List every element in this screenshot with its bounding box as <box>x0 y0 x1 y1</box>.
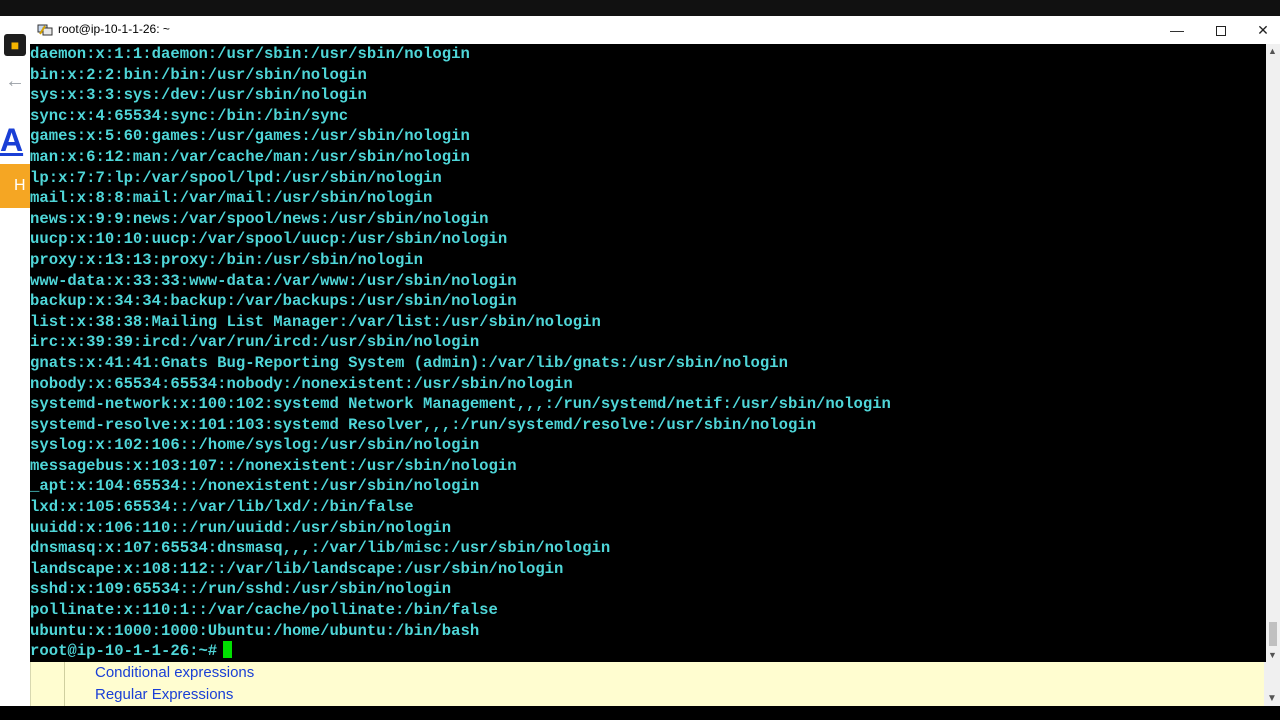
terminal-line: man:x:6:12:man:/var/cache/man:/usr/sbin/… <box>30 147 470 166</box>
terminal-line: list:x:38:38:Mailing List Manager:/var/l… <box>30 312 601 331</box>
terminal-line: lxd:x:105:65534::/var/lib/lxd/:/bin/fals… <box>30 498 414 517</box>
background-top-strip <box>0 0 1280 16</box>
link-conditional-expressions[interactable]: Conditional expressions <box>95 664 254 681</box>
terminal-titlebar[interactable]: root@ip-10-1-1-26: ~ — ✕ <box>30 16 1280 44</box>
site-logo[interactable]: A <box>0 120 30 160</box>
putty-terminal-icon <box>37 24 53 36</box>
terminal-line: news:x:9:9:news:/var/spool/news:/usr/sbi… <box>30 209 489 228</box>
back-arrow-icon[interactable]: ← <box>2 68 28 94</box>
close-button[interactable]: ✕ <box>1240 16 1280 44</box>
text-cursor <box>223 641 233 659</box>
terminal-line: nobody:x:65534:65534:nobody:/nonexistent… <box>30 374 573 393</box>
orange-nav-tab[interactable]: H <box>0 164 30 208</box>
terminal-line: backup:x:34:34:backup:/var/backups:/usr/… <box>30 292 517 311</box>
terminal-line: systemd-resolve:x:101:103:systemd Resolv… <box>30 415 817 434</box>
terminal-line: irc:x:39:39:ircd:/var/run/ircd:/usr/sbin… <box>30 333 480 352</box>
terminal-line: messagebus:x:103:107::/nonexistent:/usr/… <box>30 456 517 475</box>
terminal-line: uuidd:x:106:110::/run/uuidd:/usr/sbin/no… <box>30 518 452 537</box>
terminal-line: landscape:x:108:112::/var/lib/landscape:… <box>30 559 564 578</box>
terminal-line: syslog:x:102:106::/home/syslog:/usr/sbin… <box>30 436 480 455</box>
terminal-line: daemon:x:1:1:daemon:/usr/sbin:/usr/sbin/… <box>30 45 470 63</box>
app-box-icon[interactable]: ■ <box>4 34 26 56</box>
terminal-line: gnats:x:41:41:Gnats Bug-Reporting System… <box>30 353 788 372</box>
maximize-icon <box>1216 26 1226 37</box>
maximize-button[interactable] <box>1198 16 1244 44</box>
terminal-line: www-data:x:33:33:www-data:/var/www:/usr/… <box>30 271 517 290</box>
terminal-line: sshd:x:109:65534::/run/sshd:/usr/sbin/no… <box>30 580 452 599</box>
terminal-line: sys:x:3:3:sys:/dev:/usr/sbin/nologin <box>30 86 367 105</box>
terminal-line: lp:x:7:7:lp:/var/spool/lpd:/usr/sbin/nol… <box>30 168 442 187</box>
minimize-button[interactable]: — <box>1154 16 1200 44</box>
terminal-window[interactable]: root@ip-10-1-1-26: ~ — ✕ daemon:x:1:1:da… <box>30 16 1280 662</box>
terminal-line: bin:x:2:2:bin:/bin:/usr/sbin/nologin <box>30 65 367 84</box>
background-scrollbar[interactable]: ▼ <box>1264 662 1280 706</box>
terminal-output[interactable]: daemon:x:1:1:daemon:/usr/sbin:/usr/sbin/… <box>30 44 1266 662</box>
terminal-line: dnsmasq:x:107:65534:dnsmasq,,,:/var/lib/… <box>30 539 611 558</box>
terminal-line: pollinate:x:110:1::/var/cache/pollinate:… <box>30 601 498 620</box>
terminal-line: mail:x:8:8:mail:/var/mail:/usr/sbin/nolo… <box>30 189 433 208</box>
scroll-up-arrow-icon[interactable]: ▲ <box>1268 46 1277 56</box>
terminal-title: root@ip-10-1-1-26: ~ <box>58 22 170 36</box>
scroll-down-arrow-icon[interactable]: ▼ <box>1267 693 1277 704</box>
background-page-left-edge: ■ ← A <box>0 16 30 706</box>
terminal-line: proxy:x:13:13:proxy:/bin:/usr/sbin/nolog… <box>30 250 424 269</box>
background-bottom-strip <box>0 706 1280 720</box>
terminal-lines: daemon:x:1:1:daemon:/usr/sbin:/usr/sbin/… <box>30 44 891 662</box>
terminal-line: _apt:x:104:65534::/nonexistent:/usr/sbin… <box>30 477 480 496</box>
shell-prompt-line[interactable]: root@ip-10-1-1-26:~# <box>30 641 891 662</box>
terminal-line: ubuntu:x:1000:1000:Ubuntu:/home/ubuntu:/… <box>30 621 480 640</box>
background-link-panel: Conditional expressions Regular Expressi… <box>30 662 1264 706</box>
terminal-line: games:x:5:60:games:/usr/games:/usr/sbin/… <box>30 127 470 146</box>
scrollbar-thumb[interactable] <box>1269 622 1277 646</box>
link-regular-expressions[interactable]: Regular Expressions <box>95 686 233 703</box>
terminal-line: sync:x:4:65534:sync:/bin:/bin/sync <box>30 106 349 125</box>
terminal-line: uucp:x:10:10:uucp:/var/spool/uucp:/usr/s… <box>30 230 508 249</box>
link-list: Conditional expressions Regular Expressi… <box>64 662 1264 706</box>
terminal-scrollbar[interactable]: ▲ ▼ <box>1266 44 1280 662</box>
shell-prompt: root@ip-10-1-1-26:~# <box>30 642 218 661</box>
scroll-down-arrow-icon[interactable]: ▼ <box>1268 650 1277 660</box>
terminal-line: systemd-network:x:100:102:systemd Networ… <box>30 395 891 414</box>
